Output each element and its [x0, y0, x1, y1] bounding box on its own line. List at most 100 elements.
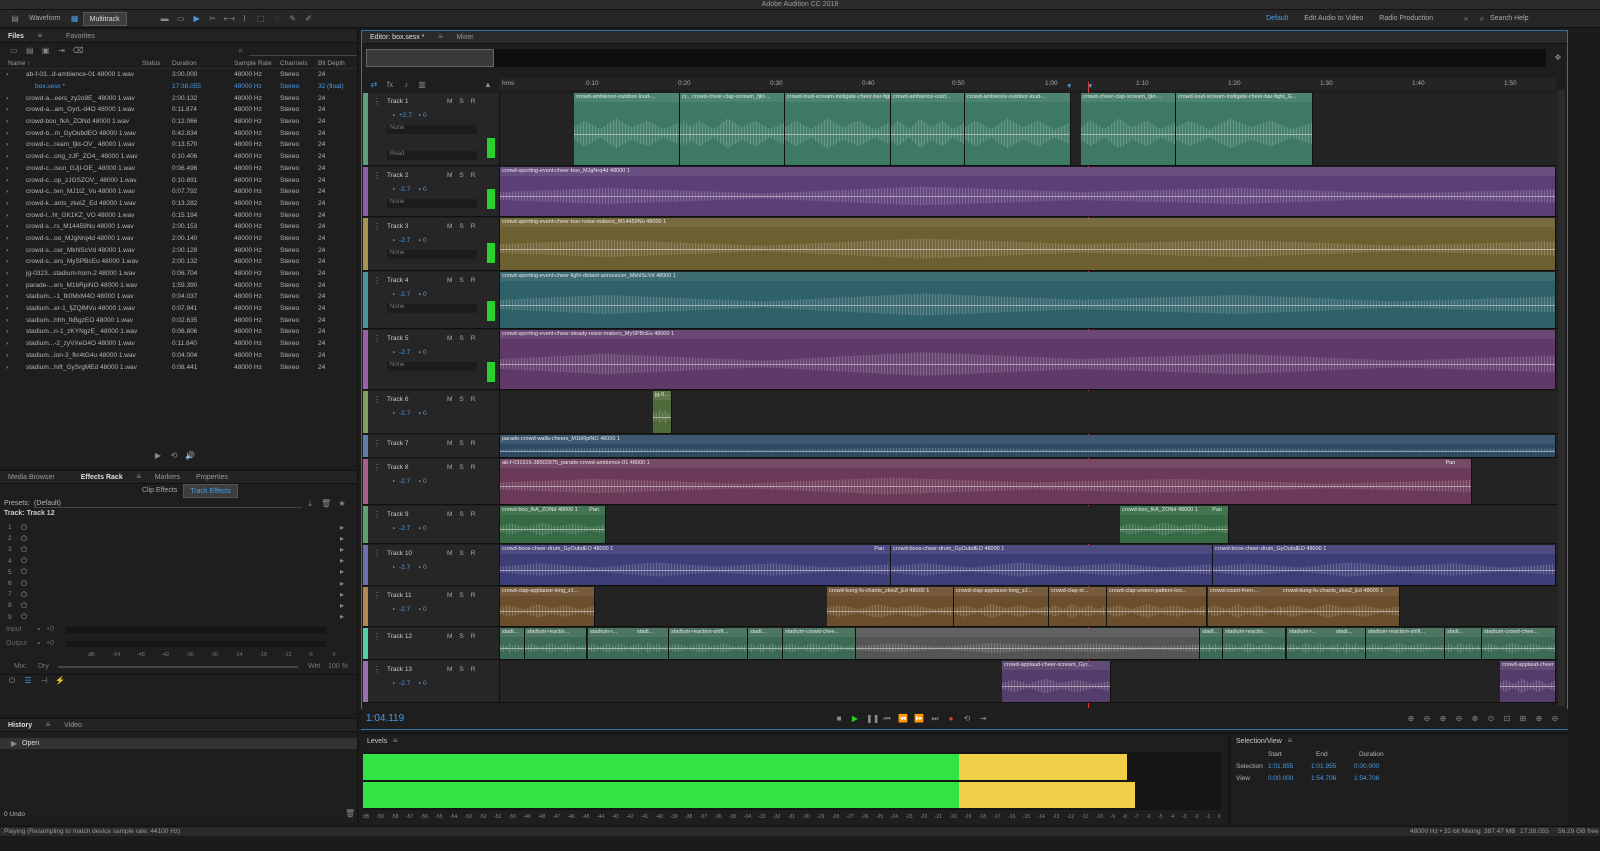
volume-knob-icon[interactable]: ◔ — [388, 348, 398, 358]
volume-envelope[interactable] — [856, 648, 1199, 649]
audio-clip[interactable]: crowd-count-from-... — [1208, 587, 1282, 626]
view-duration[interactable]: 1:54.706 — [1354, 775, 1379, 782]
expand-icon[interactable]: › — [0, 235, 8, 242]
track-header[interactable]: ⋮ Track 7 MSR — [363, 435, 500, 457]
vertical-scrollbar[interactable] — [1557, 90, 1565, 706]
audio-clip[interactable]: crowd-boos-cheer-drum_GyOubdEO 48000 1 Pa… — [500, 545, 891, 585]
track-pan[interactable]: 0 — [423, 112, 427, 119]
track-name[interactable]: Track 13 — [387, 666, 412, 673]
audio-clip[interactable]: stadi... — [1445, 628, 1482, 659]
track-pan[interactable]: 0 — [423, 349, 427, 356]
volume-knob-icon[interactable]: ◔ — [388, 524, 398, 534]
track-lane[interactable]: ab-f-031616-38502875_parade-crowd-ambien… — [500, 459, 1558, 504]
expand-icon[interactable]: › — [0, 177, 8, 184]
volume-envelope[interactable] — [653, 416, 671, 418]
input-value[interactable]: +0 — [46, 626, 66, 633]
expand-icon[interactable]: › — [0, 165, 8, 172]
track-header[interactable]: ⋮ Track 10 MSR ◔ -2.7 ◔ 0 — [363, 545, 500, 585]
volume-envelope[interactable] — [1287, 648, 1334, 649]
file-row[interactable]: › stadium...ion-3_fkr4tG4u 48000 1.wav 0:0… — [0, 350, 357, 362]
slot-power-icon[interactable]: ⏻ — [19, 567, 29, 577]
track-header[interactable]: ⋮ Track 2 MSR ◔ -2.7 ◔ 0 None — [363, 167, 500, 216]
track-header[interactable]: ⋮ Track 11 MSR ◔ -2.7 ◔ 0 — [363, 587, 500, 626]
volume-envelope[interactable] — [1500, 686, 1555, 687]
volume-envelope[interactable] — [891, 569, 1212, 571]
volume-knob-icon[interactable]: ◔ — [388, 477, 398, 487]
track-name[interactable]: Track 11 — [387, 592, 412, 599]
audio-clip[interactable]: crowd-clap-applause-long_zJ... — [500, 587, 595, 626]
volume-envelope[interactable] — [1107, 611, 1206, 612]
tab-track-effects[interactable]: Track Effects — [183, 483, 238, 498]
list-icon[interactable]: ☰ — [23, 676, 33, 686]
volume-envelope[interactable] — [669, 648, 747, 649]
track-lane[interactable]: crowd-boo_fkA_ZONd 48000 1 Pan crowd-boo_f… — [500, 506, 1558, 543]
track-header[interactable]: ⋮ Track 3 MSR ◔ -2.7 ◔ 0 None — [363, 218, 500, 270]
expand-icon[interactable]: › — [0, 95, 8, 102]
expand-icon[interactable]: › — [0, 200, 8, 207]
track-input-select[interactable]: None — [387, 199, 477, 208]
drag-handle-icon[interactable]: ⋮ — [372, 463, 382, 473]
volume-envelope[interactable] — [783, 648, 855, 649]
track-pan[interactable]: 0 — [423, 237, 427, 244]
chevron-right-icon[interactable]: » — [1461, 14, 1471, 24]
effect-slot[interactable]: 5 ⏻ ▸ — [0, 567, 357, 578]
spot-healing-icon[interactable]: ✐ — [304, 14, 314, 24]
slot-menu-icon[interactable]: ▸ — [337, 612, 347, 622]
track-lane[interactable]: crowd-sporting-event-cheer-boo-noise-mak… — [500, 218, 1558, 270]
mute-solo-arm-buttons[interactable]: MSR — [447, 464, 482, 471]
effect-slot[interactable]: 4 ⏻ ▸ — [0, 556, 357, 567]
expand-icon[interactable]: › — [0, 106, 8, 113]
tab-video[interactable]: Video — [56, 719, 90, 732]
pitch-display-icon[interactable]: ▭ — [176, 14, 186, 24]
effect-slot[interactable]: 9 ⏻ ▸ — [0, 612, 357, 623]
tab-mixer[interactable]: Mixer — [448, 31, 481, 44]
trash-icon[interactable]: 🗑 — [345, 809, 355, 819]
slot-power-icon[interactable]: ⏻ — [19, 523, 29, 533]
audio-clip[interactable]: stadi... — [635, 628, 669, 659]
selection-start[interactable]: 1:01.955 — [1268, 763, 1311, 770]
file-row[interactable]: › crowd-s...ers_MySPBcEu 48000 1.wav 2:00.… — [0, 256, 357, 268]
volume-envelope[interactable] — [827, 611, 953, 612]
volume-envelope[interactable] — [500, 648, 524, 649]
mute-solo-arm-buttons[interactable]: MSR — [447, 550, 482, 557]
power-icon[interactable]: ⏻ — [7, 676, 17, 686]
slot-power-icon[interactable]: ⏻ — [19, 556, 29, 566]
lasso-tool-icon[interactable]: ◌ — [272, 14, 282, 24]
track-name[interactable]: Track 12 — [387, 633, 412, 640]
mute-solo-arm-buttons[interactable]: MSR — [447, 666, 482, 673]
zoom-tracks-icon[interactable]: ⊞ — [1518, 714, 1528, 724]
panel-menu-icon[interactable]: ≡ — [134, 472, 144, 482]
volume-envelope[interactable] — [1002, 686, 1110, 687]
overview-view-box[interactable] — [366, 49, 494, 67]
track-volume[interactable]: -2.7 — [399, 606, 410, 613]
slot-power-icon[interactable]: ⏻ — [19, 612, 29, 622]
track-input-select[interactable]: None — [387, 304, 477, 313]
selection-end[interactable]: 1:01.955 — [1311, 763, 1354, 770]
track-name[interactable]: Track 7 — [387, 440, 408, 447]
volume-envelope[interactable] — [500, 486, 1471, 487]
track-pan[interactable]: 0 — [423, 606, 427, 613]
file-row[interactable]: › ab-f-03...d-ambience-01 48000 1.wav 3:00… — [0, 69, 357, 81]
mute-solo-arm-buttons[interactable]: MSR — [447, 592, 482, 599]
tab-media-browser[interactable]: Media Browser — [0, 471, 63, 484]
panel-menu-icon[interactable]: ≡ — [35, 31, 45, 41]
slot-power-icon[interactable]: ⏻ — [19, 534, 29, 544]
track-header[interactable]: ⋮ Track 6 MSR ◔ -2.7 ◔ 0 — [363, 391, 500, 433]
multitrack-button[interactable]: Multitrack — [82, 11, 127, 26]
metronome-icon[interactable]: ▲ — [483, 80, 493, 90]
panel-menu-icon[interactable]: ≡ — [43, 720, 53, 730]
file-row[interactable]: › crowd-c...ten_MJ1tZ_Vu 48000 1.wav 0:07.… — [0, 186, 357, 198]
drag-handle-icon[interactable]: ⋮ — [372, 665, 382, 675]
expand-icon[interactable]: › — [0, 71, 8, 78]
mute-solo-arm-buttons[interactable]: MSR — [447, 633, 482, 640]
mute-solo-arm-buttons[interactable]: MSR — [447, 335, 482, 342]
drag-handle-icon[interactable]: ⋮ — [372, 222, 382, 232]
time-selection-tool-icon[interactable]: I — [240, 14, 250, 24]
audio-clip[interactable]: stadi... — [748, 628, 783, 659]
volume-envelope[interactable] — [1482, 648, 1555, 649]
tab-favorites[interactable]: Favorites — [58, 30, 103, 43]
zoom-in-time-icon[interactable]: ⊕ — [1438, 714, 1448, 724]
volume-envelope[interactable] — [1208, 611, 1281, 612]
audio-clip[interactable]: crowd-sporting-event-cheer-boo_MJgNrq4d … — [500, 167, 1556, 216]
file-row[interactable]: › crowd-c...ream_fjkt-OV_ 48000 1.wav 0:13… — [0, 139, 357, 151]
